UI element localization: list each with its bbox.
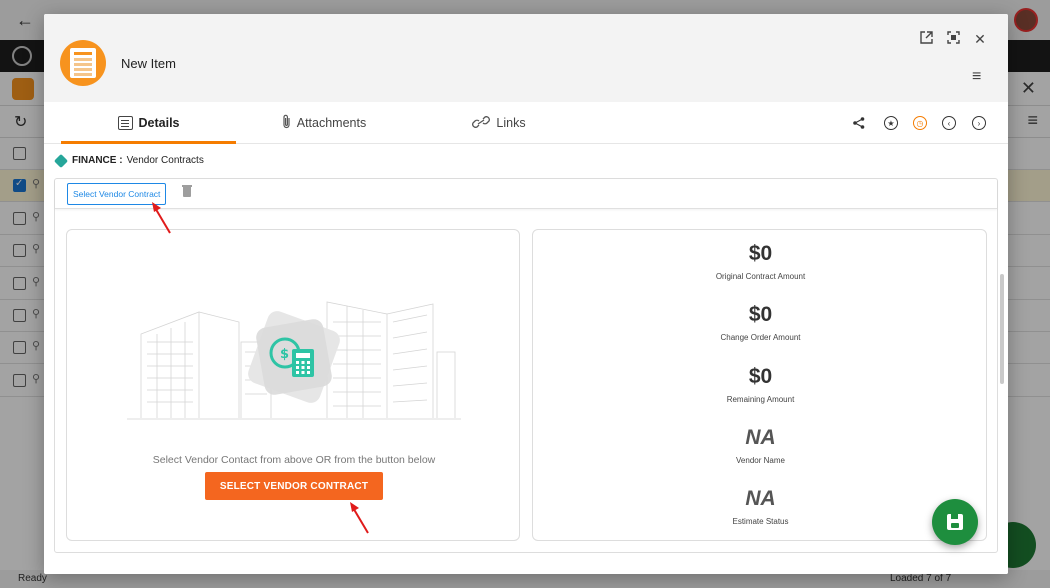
timer-icon[interactable]: ◷ [911,114,929,132]
trash-icon[interactable] [182,185,192,197]
empty-state-message: Select Vendor Contact from above OR from… [152,454,436,466]
document-icon [70,48,96,78]
tag-icon [53,153,69,168]
star-icon[interactable]: ★ [882,114,900,132]
contract-summary-card: $0 Original Contract Amount $0 Change Or… [532,229,987,541]
stat-original-contract-amount: $0 Original Contract Amount [533,242,988,281]
stat-vendor-name: NA Vendor Name [533,426,988,465]
select-vendor-contract-main-button[interactable]: SELECT VENDOR CONTRACT [205,472,383,500]
tab-attachments[interactable]: Attachments [244,102,404,144]
new-item-modal: New Item ✕ ≡ Details Attachments Links ★… [44,14,1008,574]
breadcrumb: FINANCE : Vendor Contracts [53,153,204,168]
stat-remaining-amount: $0 Remaining Amount [533,365,988,404]
vendor-contract-panel: Select Vendor Contract $ Select Vendor C… [54,178,998,553]
stat-estimate-status: NA Estimate Status [533,487,988,526]
save-button[interactable] [932,499,978,545]
stat-label: Vendor Name [736,456,785,465]
modal-header: New Item ✕ ≡ [44,14,1008,102]
tab-label: Links [496,116,526,130]
breadcrumb-module: FINANCE : [72,155,123,166]
details-icon [117,116,133,130]
scrollbar[interactable] [1000,274,1004,384]
close-icon[interactable]: ✕ [971,30,989,48]
modal-body: FINANCE : Vendor Contracts Select Vendor… [44,145,1008,574]
stat-change-order-amount: $0 Change Order Amount [533,303,988,342]
save-icon [947,514,963,530]
vendor-contract-empty-card: $ Select Vendor Contact from above OR fr… [66,229,520,541]
fullscreen-icon[interactable] [944,30,962,48]
modal-title: New Item [121,56,176,71]
stat-value: NA [745,487,776,510]
building-illustration: $ [127,301,461,420]
share-icon[interactable] [850,114,868,132]
tab-details[interactable]: Details [61,102,236,144]
open-external-icon[interactable] [917,30,935,48]
menu-icon[interactable]: ≡ [972,68,981,86]
stat-label: Estimate Status [732,517,789,526]
stat-value: $0 [748,242,773,265]
stat-value: NA [745,426,776,449]
stat-label: Original Contract Amount [715,272,806,281]
paperclip-icon [282,114,291,132]
panel-toolbar: Select Vendor Contract [55,179,997,209]
stat-label: Remaining Amount [726,395,795,404]
stat-value: $0 [748,365,773,388]
tab-label: Details [138,116,180,130]
prev-icon[interactable]: ‹ [940,114,958,132]
tab-label: Attachments [296,116,367,130]
tab-links[interactable]: Links [444,102,554,144]
item-avatar [60,40,106,86]
link-icon [472,115,491,131]
stat-label: Change Order Amount [720,333,801,342]
stat-value: $0 [748,303,773,326]
breadcrumb-page: Vendor Contracts [126,155,204,166]
next-icon[interactable]: › [970,114,988,132]
svg-text:$: $ [280,347,289,362]
select-vendor-contract-button[interactable]: Select Vendor Contract [67,183,167,205]
